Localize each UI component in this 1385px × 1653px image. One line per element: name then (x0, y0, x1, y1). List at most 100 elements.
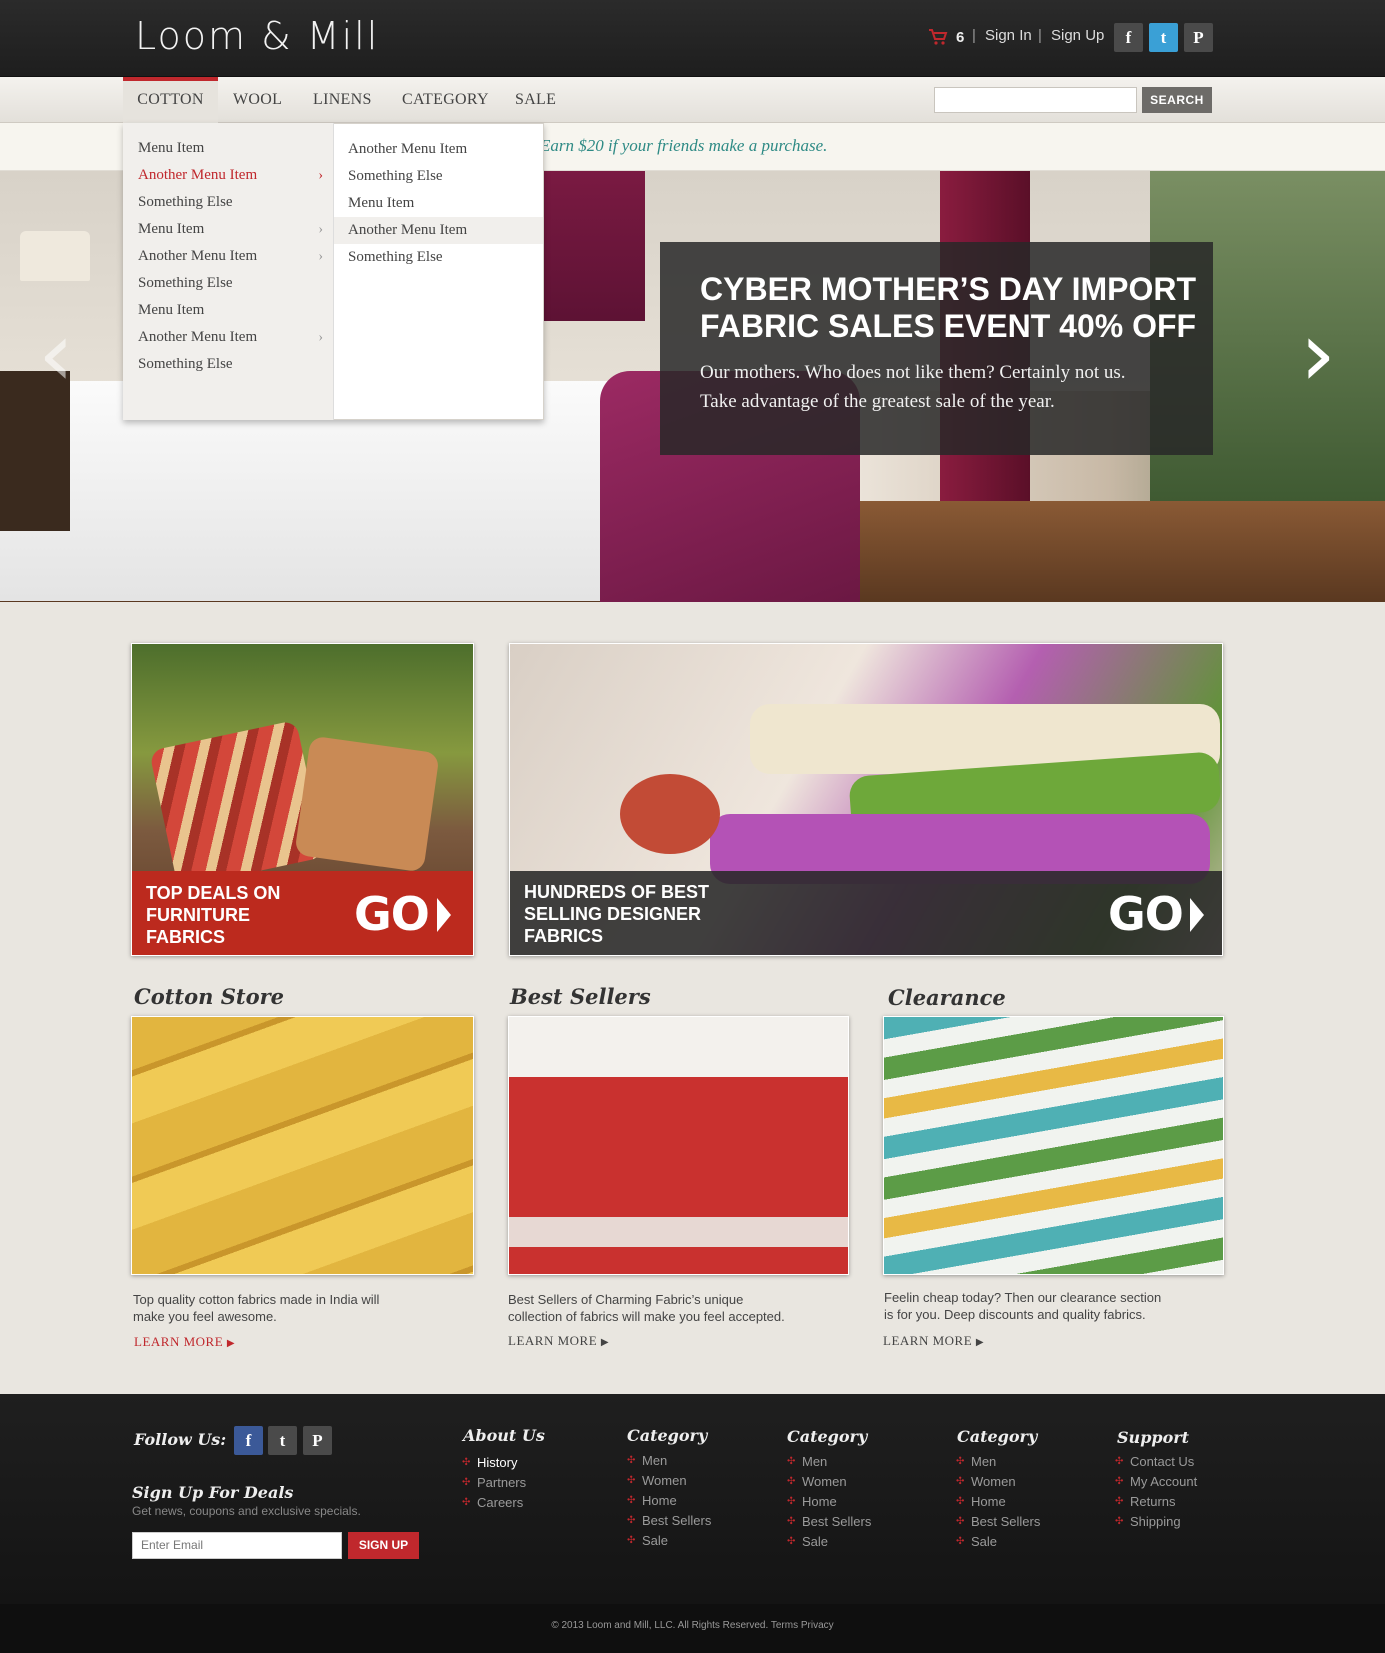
pinterest-icon[interactable]: P (1184, 23, 1213, 52)
deals-subtitle: Get news, coupons and exclusive specials… (132, 1504, 361, 1518)
nav-wool[interactable]: WOOL (218, 77, 297, 123)
tile-caption: HUNDREDS OF BEST SELLING DESIGNER FABRIC… (524, 881, 784, 947)
footer-link[interactable]: Best Sellers (627, 1511, 711, 1531)
footer-link[interactable]: Home (787, 1492, 871, 1512)
footer-col-category: Men Women Home Best Sellers Sale (787, 1452, 871, 1552)
learn-more-label: LEARN MORE (508, 1333, 598, 1348)
hero-title-line: FABRIC SALES EVENT 40% OFF (700, 308, 1197, 344)
card-description-line: make you feel awesome. (133, 1309, 277, 1324)
dropdown-item[interactable]: Something Else (123, 189, 333, 216)
footer-link-careers[interactable]: Careers (462, 1493, 526, 1513)
submenu-item[interactable]: Something Else (334, 163, 543, 190)
nav-cotton[interactable]: COTTON (123, 77, 218, 123)
footer-link[interactable]: Sale (956, 1532, 1040, 1552)
card-title-clearance[interactable]: Clearance (888, 985, 1006, 1010)
caret-right-icon: ▶ (600, 1337, 610, 1348)
search-button[interactable]: SEARCH (1142, 87, 1212, 113)
footer-link-history[interactable]: History (462, 1453, 526, 1473)
learn-more-link[interactable]: LEARN MORE ▶ (883, 1333, 984, 1349)
dropdown-item[interactable]: Menu Item › (123, 216, 333, 243)
tile-image-pillow (294, 735, 440, 873)
play-arrow-icon (437, 898, 451, 932)
footer-link-partners[interactable]: Partners (462, 1473, 526, 1493)
footer-link[interactable]: Sale (627, 1531, 711, 1551)
footer-link[interactable]: Best Sellers (956, 1512, 1040, 1532)
tile-caption: TOP DEALS ON FURNITURE FABRICS (146, 882, 346, 948)
dropdown-item-label: Menu Item (138, 140, 205, 156)
nav-category[interactable]: CATEGORY (387, 77, 504, 123)
nav-sale[interactable]: SALE (500, 77, 571, 123)
hero-title[interactable]: CYBER MOTHER’S DAY IMPORT FABRIC SALES E… (700, 271, 1200, 345)
sign-up-link[interactable]: Sign Up (1051, 27, 1104, 44)
footer-link[interactable]: Sale (787, 1532, 871, 1552)
best-sellers-image[interactable] (508, 1016, 849, 1275)
footer-col-title: Support (1117, 1428, 1190, 1447)
submenu-item-hover[interactable]: Another Menu Item (334, 217, 543, 244)
designer-fabrics-tile[interactable]: HUNDREDS OF BEST SELLING DESIGNER FABRIC… (509, 643, 1223, 956)
furniture-fabrics-tile[interactable]: TOP DEALS ON FURNITURE FABRICS GO (131, 643, 474, 956)
cotton-store-image[interactable] (131, 1016, 474, 1275)
twitter-icon[interactable]: t (268, 1426, 297, 1455)
tile-caption-line: FABRICS (524, 926, 604, 946)
signup-button[interactable]: SIGN UP (348, 1532, 419, 1559)
dropdown-item[interactable]: Another Menu Item › (123, 324, 333, 351)
facebook-icon[interactable]: f (1114, 23, 1143, 52)
dropdown-item[interactable]: Something Else (123, 270, 333, 297)
hero-body-line: Our mothers. Who does not like them? Cer… (700, 362, 1126, 383)
card-title-cotton-store[interactable]: Cotton Store (134, 984, 284, 1009)
follow-us-label: Follow Us: (134, 1430, 227, 1449)
footer-link-shipping[interactable]: Shipping (1115, 1512, 1197, 1532)
dropdown-item-active[interactable]: Another Menu Item › (123, 162, 333, 189)
chevron-right-icon: › (318, 168, 323, 183)
sign-in-link[interactable]: Sign In (985, 27, 1032, 44)
footer-link[interactable]: Home (627, 1491, 711, 1511)
learn-more-link[interactable]: LEARN MORE ▶ (508, 1333, 609, 1349)
dropdown-item[interactable]: Something Else (123, 351, 333, 378)
promo-text[interactable]: Earn $20 if your friends make a purchase… (540, 136, 827, 156)
caret-right-icon: ▶ (975, 1337, 985, 1348)
hero-description: Our mothers. Who does not like them? Cer… (700, 358, 1180, 416)
chevron-right-icon: › (318, 330, 323, 345)
footer-link-returns[interactable]: Returns (1115, 1492, 1197, 1512)
tile-caption-line: FABRICS (146, 927, 226, 947)
hero-next-arrow-icon[interactable]: › (1300, 310, 1336, 400)
hero-prev-arrow-icon[interactable]: ‹ (38, 310, 74, 400)
footer-link[interactable]: Women (787, 1472, 871, 1492)
dropdown-item[interactable]: Another Menu Item › (123, 243, 333, 270)
twitter-icon[interactable]: t (1149, 23, 1178, 52)
submenu-item[interactable]: Something Else (334, 244, 543, 271)
email-field[interactable]: Enter Email (132, 1532, 342, 1559)
footer-link[interactable]: Women (956, 1472, 1040, 1492)
footer-link[interactable]: Best Sellers (787, 1512, 871, 1532)
submenu-item[interactable]: Another Menu Item (334, 136, 543, 163)
learn-more-label: LEARN MORE (134, 1334, 224, 1349)
submenu-item[interactable]: Menu Item (334, 190, 543, 217)
card-description: Top quality cotton fabrics made in India… (133, 1291, 433, 1325)
cart-area[interactable]: 6 (928, 26, 964, 48)
search-input[interactable] (934, 87, 1137, 113)
nav-linens[interactable]: LINENS (298, 77, 387, 123)
go-button-label: GO (1108, 887, 1184, 941)
dropdown-item[interactable]: Menu Item (123, 297, 333, 324)
learn-more-label: LEARN MORE (883, 1333, 973, 1348)
dropdown-item[interactable]: Menu Item (123, 135, 333, 162)
dropdown-column-primary: Menu Item Another Menu Item › Something E… (123, 123, 334, 420)
site-logo[interactable]: Loom & Mill (135, 14, 379, 58)
footer-link[interactable]: Men (956, 1452, 1040, 1472)
learn-more-link[interactable]: LEARN MORE ▶ (134, 1334, 235, 1350)
footer-link[interactable]: Men (787, 1452, 871, 1472)
footer-link-contact[interactable]: Contact Us (1115, 1452, 1197, 1472)
footer-link-account[interactable]: My Account (1115, 1472, 1197, 1492)
card-title-best-sellers[interactable]: Best Sellers (510, 984, 651, 1009)
footer-link[interactable]: Home (956, 1492, 1040, 1512)
footer-link[interactable]: Women (627, 1471, 711, 1491)
pinterest-icon[interactable]: P (303, 1426, 332, 1455)
tile-caption-line: HUNDREDS OF BEST (524, 882, 710, 902)
clearance-image[interactable] (883, 1016, 1224, 1275)
dropdown-item-label: Menu Item (138, 302, 205, 318)
cart-icon[interactable] (928, 28, 948, 46)
facebook-icon[interactable]: f (234, 1426, 263, 1455)
footer-link[interactable]: Men (627, 1451, 711, 1471)
tile-caption-line: FURNITURE (146, 905, 250, 925)
card-description: Best Sellers of Charming Fabric’s unique… (508, 1291, 828, 1325)
